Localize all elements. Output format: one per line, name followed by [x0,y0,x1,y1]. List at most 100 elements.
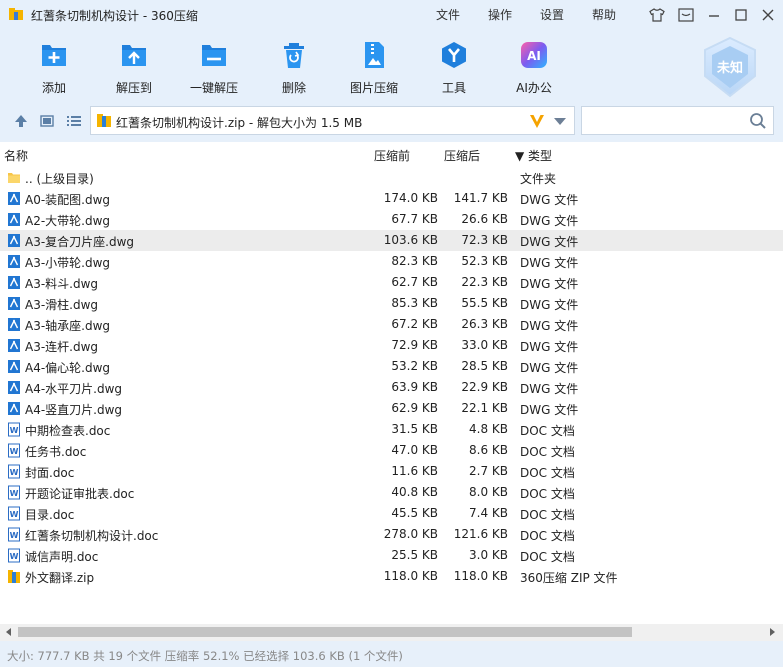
extract-to-button[interactable]: 解压到 [96,38,172,98]
svg-text:W: W [10,426,19,435]
size-after: 3.0 KB [469,548,508,562]
file-name: 外文翻译.zip [25,571,95,585]
column-after[interactable]: 压缩后 [444,147,480,164]
delete-button[interactable]: 删除 [256,38,332,98]
table-row[interactable]: A4-竖直刀片.dwg 62.9 KB 22.1 KB DWG 文件 [0,398,783,419]
menu-settings[interactable]: 设置 [540,6,564,23]
table-row[interactable]: A3-滑柱.dwg 85.3 KB 55.5 KB DWG 文件 [0,293,783,314]
scroll-right-icon[interactable] [770,628,775,636]
table-row[interactable]: A3-小带轮.dwg 82.3 KB 52.3 KB DWG 文件 [0,251,783,272]
add-file-icon [42,45,66,66]
list-view-icon[interactable] [66,113,82,129]
column-before[interactable]: 压缩前 [374,147,410,164]
dwg-file-icon [7,359,21,374]
up-arrow-icon[interactable] [13,113,29,129]
file-type: DWG 文件 [520,361,579,375]
menu-operation[interactable]: 操作 [488,6,512,23]
table-row[interactable]: 外文翻译.zip 118.0 KB 118.0 KB 360压缩 ZIP 文件 [0,566,783,587]
add-button[interactable]: 添加 [16,38,92,98]
image-compress-button[interactable]: 图片压缩 [336,38,412,98]
verified-v-icon[interactable] [528,112,546,130]
file-type: DWG 文件 [520,403,579,417]
word-doc-icon: W [7,464,21,479]
file-type: DOC 文档 [520,508,575,522]
file-name: A4-水平刀片.dwg [25,382,123,396]
maximize-icon[interactable] [732,6,750,24]
table-row[interactable]: A4-偏心轮.dwg 53.2 KB 28.5 KB DWG 文件 [0,356,783,377]
horizontal-scrollbar[interactable] [0,624,783,641]
table-row[interactable]: .. (上级目录) 文件夹 [0,167,783,188]
table-row[interactable]: W 诚信声明.doc 25.5 KB 3.0 KB DOC 文档 [0,545,783,566]
search-input[interactable] [588,112,743,130]
svg-text:W: W [10,468,19,477]
dwg-file-icon [7,380,21,395]
scrollbar-thumb[interactable] [18,627,632,637]
file-name: A4-竖直刀片.dwg [25,403,123,417]
address-bar[interactable]: 红蓍条切制机构设计.zip - 解包大小为 1.5 MB [90,106,575,135]
size-before: 82.3 KB [391,254,438,268]
status-text: 大小: 777.7 KB 共 19 个文件 压缩率 52.1% 已经选择 103… [7,649,403,663]
size-after: 28.5 KB [461,359,508,373]
dwg-file-icon [7,254,21,269]
size-after: 22.3 KB [461,275,508,289]
size-before: 53.2 KB [391,359,438,373]
column-name[interactable]: 名称 [4,147,28,164]
table-row[interactable]: A3-复合刀片座.dwg 103.6 KB 72.3 KB DWG 文件 [0,230,783,251]
size-after: 22.9 KB [461,380,508,394]
table-row[interactable]: A3-连杆.dwg 72.9 KB 33.0 KB DWG 文件 [0,335,783,356]
table-row[interactable]: A3-轴承座.dwg 67.2 KB 26.3 KB DWG 文件 [0,314,783,335]
security-badge-text: 未知 [716,60,743,76]
minimize-icon[interactable] [705,6,723,24]
svg-text:AI: AI [527,49,541,63]
size-after: 118.0 KB [453,569,508,583]
scroll-left-icon[interactable] [6,628,11,636]
close-icon[interactable] [759,6,777,24]
column-type[interactable]: ▼ 类型 [515,147,552,164]
svg-text:W: W [10,552,19,561]
file-type: DWG 文件 [520,340,579,354]
file-list[interactable]: 名称 压缩前 压缩后 ▼ 类型 .. (上级目录) 文件夹 A0-装配图.dwg 17… [0,142,783,624]
size-after: 55.5 KB [461,296,508,310]
size-before: 40.8 KB [391,485,438,499]
table-row[interactable]: W 中期检查表.doc 31.5 KB 4.8 KB DOC 文档 [0,419,783,440]
table-row[interactable]: W 开题论证审批表.doc 40.8 KB 8.0 KB DOC 文档 [0,482,783,503]
menu-file[interactable]: 文件 [436,6,460,23]
file-type: DOC 文档 [520,550,575,564]
one-click-extract-button[interactable]: 一键解压 [176,38,252,98]
word-doc-icon: W [7,485,21,500]
word-doc-icon: W [7,506,21,521]
toolbar: 添加 解压到 一键解压 删除 图片压缩 工具 AI AI办公 未知 [0,30,783,102]
table-row[interactable]: A0-装配图.dwg 174.0 KB 141.7 KB DWG 文件 [0,188,783,209]
thumbnail-view-icon[interactable] [39,113,55,129]
table-row[interactable]: A4-水平刀片.dwg 63.9 KB 22.9 KB DWG 文件 [0,377,783,398]
file-type: DWG 文件 [520,298,579,312]
menu-help[interactable]: 帮助 [592,6,616,23]
file-type: 文件夹 [520,172,557,186]
size-before: 278.0 KB [383,527,438,541]
ai-office-button[interactable]: AI AI办公 [496,38,572,98]
file-type: DWG 文件 [520,319,579,333]
ai-office-label: AI办公 [516,81,552,95]
file-name: A2-大带轮.dwg [25,214,111,228]
tools-button[interactable]: 工具 [416,38,492,98]
file-name: 开题论证审批表.doc [25,487,135,501]
table-row[interactable]: W 封面.doc 11.6 KB 2.7 KB DOC 文档 [0,461,783,482]
search-box[interactable] [581,106,774,135]
table-row[interactable]: W 红蓍条切制机构设计.doc 278.0 KB 121.6 KB DOC 文档 [0,524,783,545]
feedback-icon[interactable] [677,6,695,24]
security-shield-icon[interactable]: 未知 [701,36,759,98]
address-dropdown-icon[interactable] [554,118,566,125]
size-before: 11.6 KB [391,464,438,478]
skin-shirt-icon[interactable] [648,6,666,24]
table-row[interactable]: A2-大带轮.dwg 67.7 KB 26.6 KB DWG 文件 [0,209,783,230]
file-name: A3-小带轮.dwg [25,256,111,270]
size-after: 26.3 KB [461,317,508,331]
search-icon[interactable] [749,112,767,130]
table-row[interactable]: W 目录.doc 45.5 KB 7.4 KB DOC 文档 [0,503,783,524]
size-after: 7.4 KB [469,506,508,520]
file-name: 任务书.doc [25,445,87,459]
size-after: 72.3 KB [461,233,508,247]
file-type: DOC 文档 [520,529,575,543]
table-row[interactable]: A3-料斗.dwg 62.7 KB 22.3 KB DWG 文件 [0,272,783,293]
table-row[interactable]: W 任务书.doc 47.0 KB 8.6 KB DOC 文档 [0,440,783,461]
